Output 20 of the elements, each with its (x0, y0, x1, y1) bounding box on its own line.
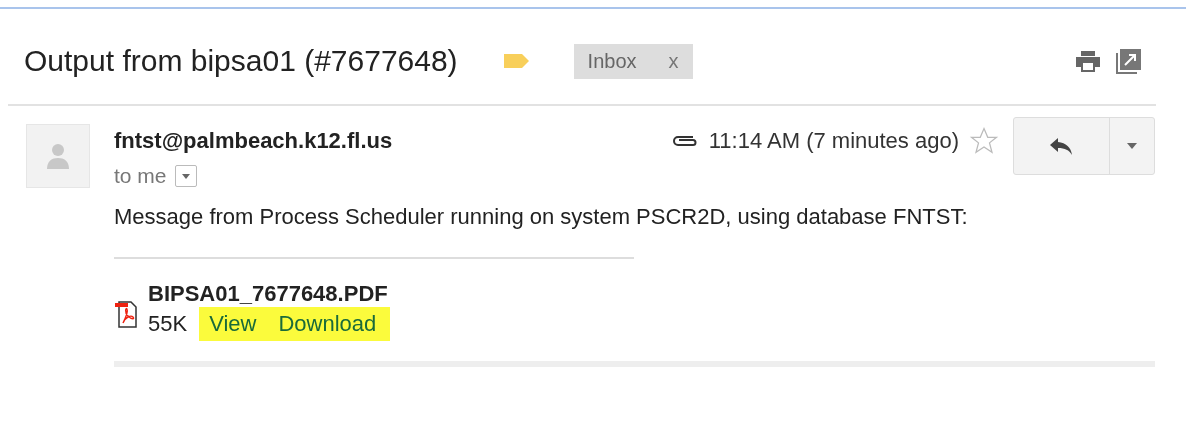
attachment-link[interactable]: View (209, 311, 257, 337)
caret-icon (1126, 142, 1138, 150)
pdf-file-icon (114, 299, 138, 329)
label-chip[interactable]: Inbox x (573, 43, 693, 79)
print-icon[interactable] (1074, 49, 1102, 73)
remove-label-button[interactable]: x (668, 49, 679, 73)
attachment-link[interactable]: Download (278, 311, 377, 337)
star-icon[interactable] (969, 126, 999, 156)
caret-icon (181, 173, 190, 179)
message-body: Message from Process Scheduler running on system PSCR2D, using database FNTST: (114, 203, 969, 231)
sender-address: fntst@palmbeach.k12.fl.us (114, 128, 393, 154)
message-time: 11:14 AM (7 minutes ago) (708, 128, 959, 154)
new-window-icon[interactable] (1116, 48, 1142, 74)
email-subject: Output from bipsa01 (#7677648) (24, 44, 458, 78)
details-dropdown-button[interactable] (174, 165, 197, 187)
attachment-filename: BIPSA01_7677648.PDF (148, 281, 389, 307)
label-tag-icon (501, 51, 532, 71)
recipient-label: to me (114, 164, 167, 188)
attachment-size: 55K (148, 311, 188, 337)
avatar-placeholder (26, 124, 90, 188)
